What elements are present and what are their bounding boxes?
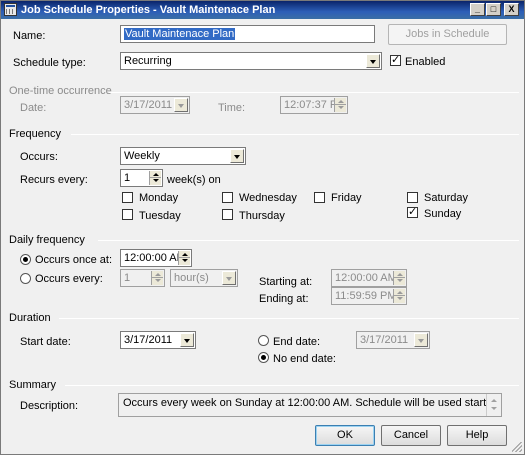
occurs-combo[interactable]: Weekly <box>120 147 246 165</box>
daily-frequency-header: Daily frequency <box>9 234 85 246</box>
end-date-picker[interactable]: 3/17/2011 <box>356 331 430 349</box>
thursday-label: Thursday <box>239 210 285 222</box>
one-time-date-picker[interactable]: 3/17/2011 <box>120 96 190 114</box>
calendar-dropdown-icon[interactable] <box>174 98 188 112</box>
occurs-every-input[interactable]: 1 <box>120 269 165 287</box>
start-date-value: 3/17/2011 <box>124 334 173 346</box>
scroll-down-icon[interactable] <box>487 404 501 414</box>
wednesday-checkbox[interactable] <box>222 192 233 203</box>
saturday-label: Saturday <box>424 192 469 204</box>
friday-checkbox[interactable] <box>314 192 325 203</box>
recurs-every-value: 1 <box>124 172 131 184</box>
spin-icon[interactable] <box>334 98 346 112</box>
duration-divider <box>59 318 519 319</box>
enabled-checkbox[interactable] <box>390 53 401 66</box>
start-date-picker[interactable]: 3/17/2011 <box>120 331 196 349</box>
calendar-dropdown-icon[interactable] <box>180 333 194 347</box>
one-time-date-value: 3/17/2011 <box>124 99 173 111</box>
spin-icon[interactable] <box>151 271 163 285</box>
occurs-once-radio[interactable] <box>20 254 31 265</box>
frequency-header: Frequency <box>9 128 61 140</box>
frequency-divider <box>71 134 519 135</box>
chevron-down-icon[interactable] <box>230 149 244 163</box>
starting-at-label: Starting at: <box>259 276 313 288</box>
duration-header: Duration <box>9 312 51 324</box>
calendar-dropdown-icon[interactable] <box>414 333 428 347</box>
spin-icon[interactable] <box>393 271 405 285</box>
thursday-checkbox[interactable] <box>222 209 233 220</box>
description-scrollbar[interactable] <box>486 394 501 416</box>
help-button[interactable]: Help <box>447 425 507 446</box>
sunday-checkbox[interactable] <box>407 205 418 218</box>
end-date-label: End date: <box>273 336 321 348</box>
starting-at-input[interactable]: 12:00:00 AM <box>331 269 407 287</box>
window-title: Job Schedule Properties - Vault Maintena… <box>21 4 276 16</box>
one-time-time-label: Time: <box>218 102 246 114</box>
recurs-every-label: Recurs every: <box>20 174 88 186</box>
occurs-once-label: Occurs once at: <box>35 254 113 266</box>
occurs-every-unit-combo[interactable]: hour(s) <box>170 269 238 287</box>
sunday-label: Sunday <box>424 208 462 220</box>
occurs-label: Occurs: <box>20 151 58 163</box>
schedule-type-combo[interactable]: Recurring <box>120 52 382 70</box>
chevron-down-icon[interactable] <box>222 271 236 285</box>
name-value: Vault Maintenace Plan <box>124 28 236 40</box>
saturday-checkbox[interactable] <box>407 192 418 203</box>
schedule-icon <box>4 3 17 16</box>
jobs-in-schedule-button[interactable]: Jobs in Schedule <box>388 24 507 45</box>
starting-at-value: 12:00:00 AM <box>335 272 397 284</box>
description-text: Occurs every week on Sunday at 12:00:00 … <box>123 397 501 409</box>
summary-header: Summary <box>9 379 57 391</box>
friday-label: Friday <box>331 192 362 204</box>
cancel-button[interactable]: Cancel <box>381 425 441 446</box>
ending-at-input[interactable]: 11:59:59 PM <box>331 287 407 305</box>
end-date-radio[interactable] <box>258 335 269 346</box>
spin-icon[interactable] <box>149 171 161 185</box>
recurs-every-input[interactable]: 1 <box>120 169 163 187</box>
wednesday-label: Wednesday <box>239 192 297 204</box>
title-bar[interactable]: Job Schedule Properties - Vault Maintena… <box>1 1 524 19</box>
occurs-value: Weekly <box>124 150 160 162</box>
ending-at-value: 11:59:59 PM <box>335 290 397 302</box>
name-label: Name: <box>13 30 46 42</box>
description-textbox[interactable]: Occurs every week on Sunday at 12:00:00 … <box>118 393 502 417</box>
spin-icon[interactable] <box>393 289 405 303</box>
enabled-label: Enabled <box>405 56 446 68</box>
ending-at-label: Ending at: <box>259 293 309 305</box>
ok-button[interactable]: OK <box>315 425 375 446</box>
occurs-every-value: 1 <box>124 272 131 284</box>
description-label: Description: <box>20 400 79 412</box>
occurs-every-unit-value: hour(s) <box>174 272 209 284</box>
chevron-down-icon[interactable] <box>366 54 380 68</box>
start-date-label: Start date: <box>20 336 71 348</box>
occurs-once-time-value: 12:00:00 AM <box>124 252 186 264</box>
summary-divider <box>65 385 519 386</box>
name-input[interactable]: Vault Maintenace Plan <box>120 25 375 43</box>
schedule-type-label: Schedule type: <box>13 57 86 69</box>
no-end-date-label: No end date: <box>273 353 336 365</box>
one-time-time-input[interactable]: 12:07:37 PM <box>280 96 348 114</box>
tuesday-checkbox[interactable] <box>122 209 133 220</box>
one-time-date-label: Date: <box>20 102 47 114</box>
monday-label: Monday <box>139 192 179 204</box>
one-time-divider <box>109 92 519 93</box>
maximize-button[interactable]: □ <box>486 3 501 16</box>
tuesday-label: Tuesday <box>139 210 181 222</box>
occurs-once-time-input[interactable]: 12:00:00 AM <box>120 249 192 267</box>
minimize-button[interactable]: _ <box>470 3 485 16</box>
monday-checkbox[interactable] <box>122 192 133 203</box>
occurs-every-radio[interactable] <box>20 273 31 284</box>
occurs-every-label: Occurs every: <box>35 273 103 285</box>
daily-frequency-divider <box>98 240 519 241</box>
end-date-value: 3/17/2011 <box>360 334 409 346</box>
recurs-suffix-label: week(s) on <box>167 174 221 186</box>
spin-icon[interactable] <box>178 251 190 265</box>
no-end-date-radio[interactable] <box>258 352 269 363</box>
close-button[interactable]: X <box>504 3 519 16</box>
dialog-window: Job Schedule Properties - Vault Maintena… <box>0 0 525 455</box>
schedule-type-value: Recurring <box>124 55 172 67</box>
one-time-header: One-time occurrence <box>9 85 112 97</box>
resize-grip-icon[interactable] <box>512 442 522 452</box>
